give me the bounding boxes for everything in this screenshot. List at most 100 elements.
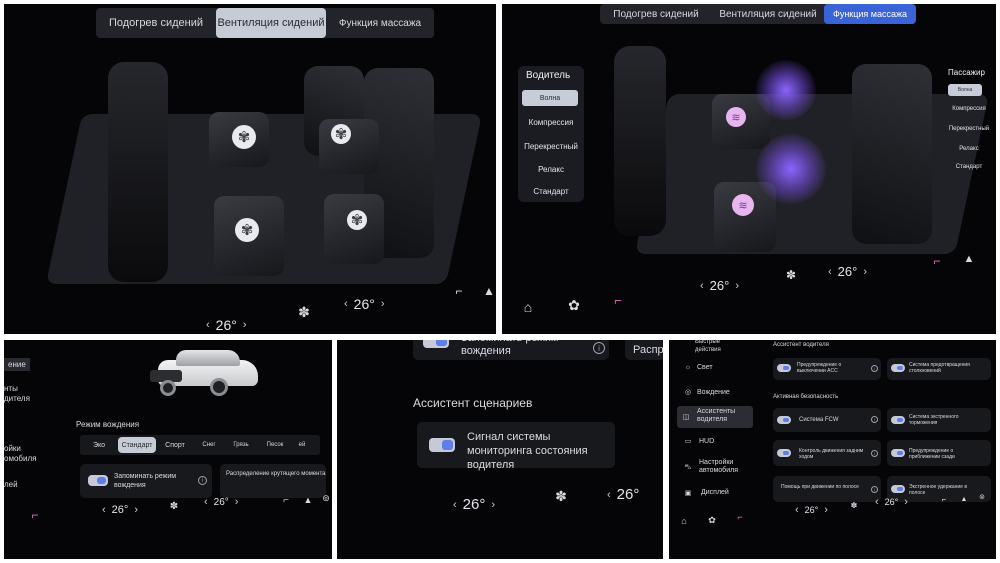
temp-decrease-icon[interactable]: ‹ — [875, 496, 879, 508]
driver-mode-wave[interactable]: Волна — [522, 90, 578, 106]
climate-right-temp[interactable]: ‹ 26° › — [828, 264, 867, 279]
sidebar-item-assistants-active[interactable]: ◫ Ассистенты водителя — [677, 406, 753, 428]
reverse-control-toggle[interactable] — [777, 449, 791, 457]
emergency-braking-toggle[interactable] — [891, 416, 905, 424]
tab-massage[interactable]: Функция массажа — [326, 8, 434, 38]
acc-warning-toggle[interactable] — [777, 364, 791, 372]
driver-mode-compression[interactable]: Компрессия — [522, 114, 580, 130]
navigation-icon[interactable]: ▲ — [482, 284, 496, 298]
temp-decrease-icon[interactable]: ‹ — [204, 496, 208, 508]
seat-icon[interactable]: ⌐ — [930, 254, 944, 268]
mode-standard[interactable]: Стандарт — [118, 437, 156, 453]
home-icon[interactable]: ⌂ — [679, 516, 689, 526]
info-icon[interactable]: i — [871, 416, 878, 423]
info-icon[interactable]: i — [871, 450, 878, 457]
seat-icon[interactable]: ⌐ — [452, 284, 466, 298]
temp-increase-icon[interactable]: › — [134, 504, 138, 516]
temp-increase-icon[interactable]: › — [735, 280, 739, 292]
fan-icon[interactable]: ✽ — [784, 268, 798, 282]
lane-keeping-toggle[interactable] — [891, 485, 905, 493]
info-icon[interactable]: i — [871, 486, 878, 493]
temp-increase-icon[interactable]: › — [243, 319, 247, 331]
ventilation-fan-icon[interactable]: ✾ — [347, 210, 367, 230]
temp-decrease-icon[interactable]: ‹ — [607, 489, 611, 501]
seat-icon[interactable]: ⌐ — [280, 494, 292, 506]
temp-increase-icon[interactable]: › — [904, 496, 908, 508]
sidebar-item-driving[interactable]: Вождение — [697, 389, 730, 396]
climate-left-temp[interactable]: ‹ 26° › — [453, 496, 495, 513]
apps-icon[interactable]: ✿ — [707, 515, 717, 525]
tab-seat-heating[interactable]: Подогрев сидений — [96, 8, 216, 38]
mode-snow[interactable]: Снег — [194, 442, 224, 448]
temp-decrease-icon[interactable]: ‹ — [700, 280, 704, 292]
climate-right-temp[interactable]: ‹ 26° — [607, 486, 639, 503]
info-icon[interactable]: i — [593, 342, 605, 354]
torque-label-cut[interactable]: Распре — [633, 344, 663, 356]
temp-decrease-icon[interactable]: ‹ — [102, 504, 106, 516]
seat-icon[interactable]: ⌐ — [735, 512, 745, 522]
temp-decrease-icon[interactable]: ‹ — [453, 499, 457, 511]
info-icon[interactable]: i — [871, 365, 878, 372]
sidebar-item-cut[interactable]: нты дителя — [4, 384, 30, 404]
seat-icon[interactable]: ⌐ — [939, 494, 949, 504]
collision-avoidance-toggle[interactable] — [891, 364, 905, 372]
remember-mode-toggle[interactable] — [88, 475, 108, 486]
fan-icon[interactable]: ✽ — [849, 500, 859, 510]
tab-seat-ventilation[interactable]: Вентиляция сидений — [216, 8, 326, 38]
navigation-icon[interactable]: ▲ — [959, 494, 969, 504]
climate-right-temp[interactable]: ‹ 26° › — [875, 496, 908, 508]
temp-increase-icon[interactable]: › — [863, 266, 867, 278]
tab-massage[interactable]: Функция массажа — [824, 4, 916, 24]
passenger-mode-wave[interactable]: Волна — [948, 84, 982, 96]
sidebar-item-light[interactable]: Свет — [697, 364, 713, 371]
mode-sport[interactable]: Спорт — [156, 442, 194, 449]
settings-icon[interactable]: ⊚ — [977, 492, 987, 502]
sidebar-item-vehicle-settings[interactable]: Настройки автомобиля — [699, 459, 749, 475]
sidebar-item-quick-actions[interactable]: Быстрые действия — [695, 340, 745, 354]
climate-right-temp[interactable]: ‹ 26° › — [344, 296, 385, 312]
sidebar-item-hud[interactable]: HUD — [699, 438, 714, 445]
massage-icon[interactable]: ≋ — [732, 194, 754, 216]
mode-more[interactable]: ей — [292, 442, 312, 448]
passenger-mode-cross[interactable]: Перекрестный — [946, 124, 992, 134]
temp-decrease-icon[interactable]: ‹ — [344, 298, 348, 310]
fan-icon[interactable]: ✽ — [296, 304, 312, 320]
temp-increase-icon[interactable]: › — [381, 298, 385, 310]
temp-increase-icon[interactable]: › — [824, 504, 828, 516]
passenger-mode-compression[interactable]: Компрессия — [946, 104, 992, 114]
temp-decrease-icon[interactable]: ‹ — [206, 319, 210, 331]
climate-right-temp[interactable]: ‹ 26° › — [204, 496, 238, 508]
temp-increase-icon[interactable]: › — [491, 499, 495, 511]
sidebar-item-cut[interactable]: ойки омобиля — [4, 444, 36, 464]
home-icon[interactable]: ⌂ — [520, 299, 536, 315]
ventilation-fan-icon[interactable]: ✾ — [232, 125, 256, 149]
ventilation-fan-icon[interactable]: ✾ — [235, 218, 259, 242]
driver-mode-cross[interactable]: Перекрестный — [520, 138, 582, 154]
sidebar-item-display[interactable]: Дисплей — [701, 489, 729, 496]
fcw-toggle[interactable] — [777, 416, 791, 424]
climate-left-temp[interactable]: ‹ 26° › — [700, 278, 739, 293]
climate-left-temp[interactable]: ‹ 26° › — [102, 504, 138, 516]
tab-seat-ventilation[interactable]: Вентиляция сидений — [712, 4, 824, 24]
mode-mud[interactable]: Грязь — [224, 442, 258, 448]
mode-sand[interactable]: Песок — [258, 442, 292, 448]
driver-monitor-toggle[interactable] — [429, 438, 455, 452]
tab-seat-heating[interactable]: Подогрев сидений — [600, 4, 712, 24]
info-icon[interactable]: i — [198, 476, 207, 485]
mode-eco[interactable]: Эко — [80, 442, 118, 449]
temp-increase-icon[interactable]: › — [235, 496, 239, 508]
passenger-mode-relax[interactable]: Релакс — [946, 144, 992, 154]
remember-mode-toggle[interactable] — [423, 340, 449, 348]
sidebar-item-cut[interactable]: ение — [4, 358, 30, 371]
passenger-mode-standard[interactable]: Стандарт — [946, 162, 992, 172]
apps-icon[interactable]: ✿ — [566, 297, 582, 313]
massage-icon[interactable]: ≋ — [726, 107, 746, 127]
fan-icon[interactable]: ✽ — [553, 488, 569, 504]
temp-decrease-icon[interactable]: ‹ — [795, 504, 799, 516]
driver-mode-relax[interactable]: Релакс — [522, 161, 580, 177]
temp-decrease-icon[interactable]: ‹ — [828, 266, 832, 278]
fan-icon[interactable]: ✽ — [168, 500, 180, 512]
rear-approach-toggle[interactable] — [891, 449, 905, 457]
seat-icon[interactable]: ⌐ — [28, 508, 42, 522]
torque-label[interactable]: Распределение крутящего момента — [226, 470, 326, 478]
